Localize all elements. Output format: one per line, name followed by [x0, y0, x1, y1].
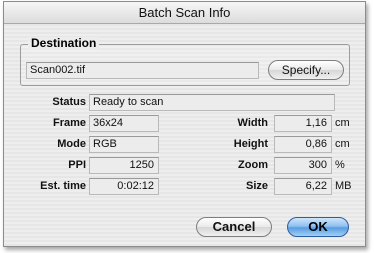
height-field: 0,86 [274, 136, 332, 153]
zoom-unit: % [335, 159, 345, 171]
frame-field: 36x24 [89, 115, 159, 132]
size-field: 6,22 [274, 178, 332, 195]
size-unit: MB [335, 180, 352, 192]
width-unit: cm [335, 117, 350, 129]
status-label: Status [52, 96, 86, 108]
ok-button[interactable]: OK [287, 217, 349, 237]
destination-filename-field: Scan002.tif [26, 62, 259, 79]
width-label: Width [237, 117, 268, 129]
ppi-label: PPI [68, 159, 86, 171]
height-label: Height [233, 138, 268, 150]
status-field: Ready to scan [89, 94, 335, 111]
dialog-title: Batch Scan Info [4, 2, 365, 24]
mode-label: Mode [57, 138, 86, 150]
cancel-button[interactable]: Cancel [196, 217, 272, 237]
height-unit: cm [335, 138, 350, 150]
ppi-field: 1250 [89, 157, 159, 174]
zoom-label: Zoom [238, 159, 268, 171]
destination-label: Destination [28, 37, 100, 50]
est-time-field: 0:02:12 [89, 178, 159, 195]
zoom-field: 300 [274, 157, 332, 174]
size-label: Size [245, 180, 268, 192]
specify-button[interactable]: Specify... [268, 60, 344, 80]
width-field: 1,16 [274, 115, 332, 132]
batch-scan-info-dialog: Batch Scan Info Destination Scan002.tif … [3, 1, 366, 247]
frame-label: Frame [52, 117, 86, 129]
mode-field: RGB [89, 136, 159, 153]
est-time-label: Est. time [40, 180, 86, 192]
